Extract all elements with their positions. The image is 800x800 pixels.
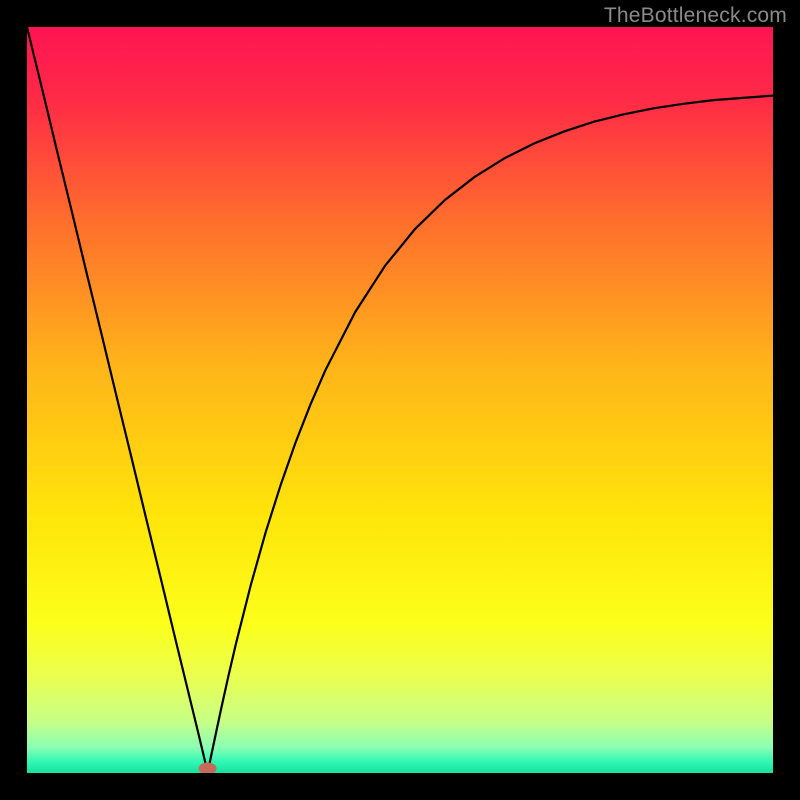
bottleneck-chart (27, 27, 773, 773)
plot-area (27, 27, 773, 773)
gradient-background (27, 27, 773, 773)
watermark-text: TheBottleneck.com (604, 4, 787, 28)
chart-frame: TheBottleneck.com (0, 0, 800, 800)
